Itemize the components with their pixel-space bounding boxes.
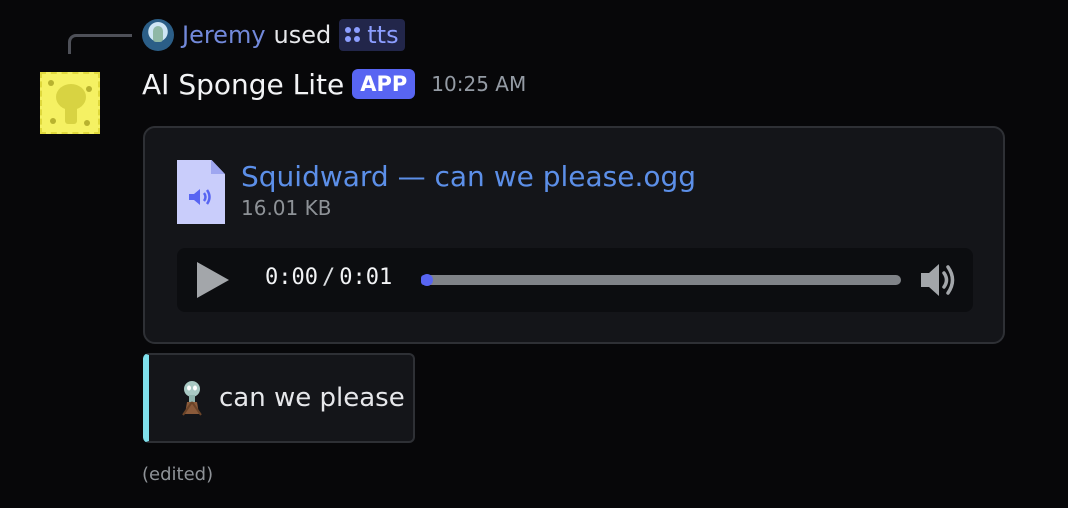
play-icon[interactable] — [197, 262, 229, 298]
edited-label: (edited) — [142, 464, 214, 485]
progress-knob[interactable] — [421, 274, 433, 286]
progress-bar[interactable] — [421, 274, 901, 286]
command-mention[interactable]: tts — [339, 19, 405, 51]
avatar-spot — [50, 118, 56, 124]
app-command-icon — [345, 27, 361, 43]
reply-spine — [68, 34, 132, 54]
embed-text: can we please — [219, 383, 405, 413]
audio-attachment: Squidward — can we please.ogg 16.01 KB 0… — [143, 126, 1005, 344]
file-name-link[interactable]: Squidward — can we please.ogg — [241, 160, 696, 193]
time-display: 0:00/0:01 — [265, 265, 392, 290]
avatar-spot — [84, 120, 90, 126]
reply-context[interactable]: Jeremy used tts — [142, 18, 405, 52]
message-timestamp[interactable]: 10:25 AM — [431, 72, 526, 96]
volume-icon[interactable] — [917, 258, 961, 302]
message-embed: can we please — [143, 353, 415, 443]
bot-avatar[interactable] — [40, 72, 100, 134]
duration: 0:01 — [339, 265, 393, 290]
squidward-icon — [182, 381, 202, 416]
avatar-spot — [48, 80, 54, 86]
avatar-figure-stem — [65, 106, 77, 124]
speaker-glyph — [189, 189, 211, 205]
file-fold — [211, 160, 225, 174]
avatar-spot — [86, 86, 92, 92]
message-header: AI Sponge Lite APP 10:25 AM — [142, 66, 526, 102]
audio-file-icon — [177, 160, 225, 224]
current-time: 0:00 — [265, 265, 318, 290]
reply-avatar[interactable] — [142, 19, 174, 51]
reply-action-text: used — [273, 21, 332, 49]
command-name: tts — [367, 21, 399, 49]
app-badge: APP — [352, 69, 416, 99]
reply-username[interactable]: Jeremy — [182, 21, 266, 49]
message-container: Jeremy used tts AI Sponge Lite APP 10:25… — [0, 0, 1068, 508]
audio-player: 0:00/0:01 — [177, 248, 973, 312]
time-separator: / — [321, 265, 336, 290]
author-name[interactable]: AI Sponge Lite — [142, 68, 344, 101]
file-size: 16.01 KB — [241, 196, 332, 220]
